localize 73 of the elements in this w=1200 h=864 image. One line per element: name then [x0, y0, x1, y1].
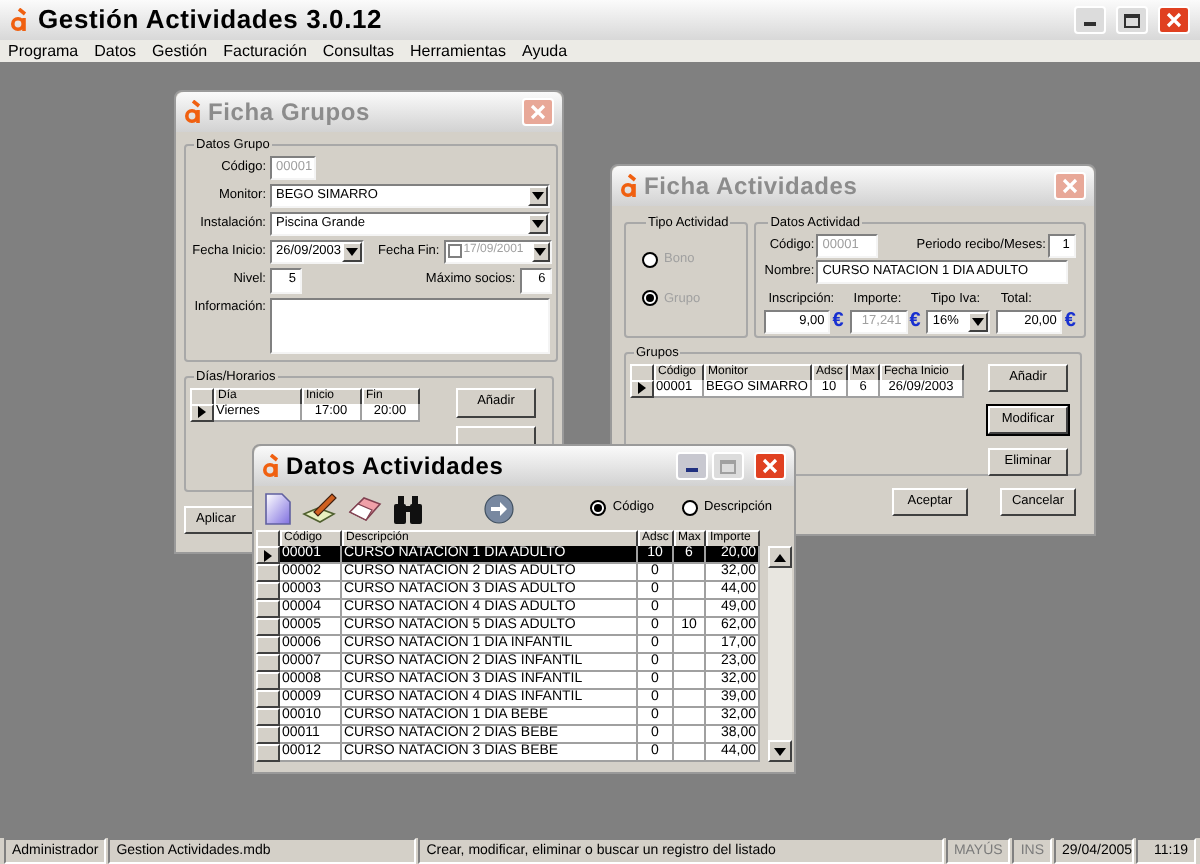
- currency-symbol: €: [909, 311, 921, 331]
- scrollbar[interactable]: [768, 546, 792, 762]
- text-area[interactable]: [270, 297, 550, 354]
- close-icon: [530, 104, 546, 120]
- menu-item[interactable]: Consultas: [322, 43, 394, 59]
- close-button[interactable]: [1158, 6, 1190, 34]
- caret-icon: [346, 247, 358, 256]
- minimize-button[interactable]: [1074, 6, 1106, 34]
- table-cell: [674, 708, 706, 726]
- menu-item[interactable]: Programa: [8, 43, 79, 59]
- table-cell: [674, 582, 706, 600]
- header-corner: [630, 363, 654, 382]
- row-indicator[interactable]: [256, 744, 280, 762]
- row-indicator[interactable]: [256, 708, 280, 726]
- app-logo-icon: [620, 174, 638, 198]
- close-icon: [762, 458, 778, 474]
- row-pointer-icon: [638, 382, 646, 395]
- table-cell: [674, 672, 706, 690]
- radio-button[interactable]: [642, 251, 658, 268]
- close-button[interactable]: [754, 452, 786, 480]
- close-icon: [1062, 178, 1078, 194]
- app-logo-icon: [10, 8, 28, 32]
- window-title: Datos Actividades: [286, 450, 504, 484]
- arrow-right-icon[interactable]: [484, 493, 514, 523]
- new-document-icon[interactable]: [264, 491, 292, 525]
- row-indicator[interactable]: [256, 564, 280, 582]
- row-pointer-icon: [198, 406, 206, 418]
- currency-symbol: €: [1064, 311, 1076, 331]
- window-title: Ficha Actividades: [644, 170, 858, 204]
- app-logo-icon: [184, 100, 202, 124]
- binoculars-icon[interactable]: [392, 493, 424, 523]
- checkbox[interactable]: [447, 244, 462, 259]
- row-indicator[interactable]: [256, 618, 280, 636]
- caret-icon: [532, 191, 544, 200]
- app-title: Gestión Actividades 3.0.12: [38, 2, 383, 39]
- menu-item[interactable]: Herramientas: [409, 43, 506, 59]
- minimize-button[interactable]: [676, 452, 708, 480]
- table-cell: [674, 690, 706, 708]
- caret-icon: [972, 317, 985, 325]
- row-indicator[interactable]: [256, 672, 280, 690]
- menu-item[interactable]: Gestión: [152, 43, 208, 59]
- scroll-up-icon[interactable]: [774, 553, 786, 561]
- eraser-icon[interactable]: [348, 495, 382, 521]
- close-icon: [1166, 12, 1182, 28]
- header-corner: [190, 387, 214, 405]
- radio-button[interactable]: [682, 500, 699, 516]
- caret-icon: [534, 247, 547, 256]
- row-indicator[interactable]: [256, 726, 280, 744]
- menu-item[interactable]: Ayuda: [522, 43, 568, 59]
- table-cell: [674, 726, 706, 744]
- row-indicator[interactable]: [256, 690, 280, 708]
- row-indicator[interactable]: [256, 600, 280, 618]
- table-cell: [674, 600, 706, 618]
- row-indicator[interactable]: [256, 546, 280, 564]
- row-indicator[interactable]: [256, 582, 280, 600]
- table-cell: [674, 636, 706, 654]
- row-indicator[interactable]: [256, 636, 280, 654]
- table-cell: [674, 744, 706, 762]
- maximize-button[interactable]: [1116, 6, 1148, 34]
- currency-symbol: €: [832, 311, 844, 331]
- radio-button[interactable]: [590, 500, 607, 516]
- table-cell: [674, 654, 706, 672]
- scroll-down-icon[interactable]: [774, 747, 786, 755]
- menu-item[interactable]: Facturación: [223, 43, 307, 59]
- app-logo-icon: [262, 454, 280, 478]
- row-pointer-icon: [264, 549, 272, 561]
- window-title: Ficha Grupos: [208, 96, 370, 130]
- menu-item[interactable]: Datos: [94, 43, 137, 59]
- row-indicator[interactable]: [256, 654, 280, 672]
- table-cell: [674, 564, 706, 582]
- edit-pencil-icon[interactable]: [302, 492, 338, 524]
- caret-icon: [532, 219, 544, 228]
- radio-button[interactable]: [642, 290, 658, 307]
